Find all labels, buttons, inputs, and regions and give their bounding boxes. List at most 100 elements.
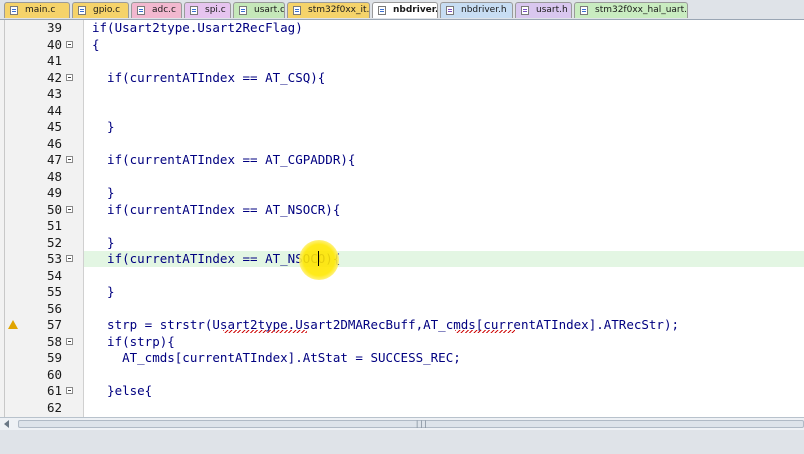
tab-label: usart.h (536, 5, 568, 15)
c-file-icon (378, 6, 386, 15)
tab-main-c[interactable]: main.c (4, 2, 70, 18)
line-number: 47 (46, 152, 62, 167)
c-file-icon (580, 6, 588, 15)
line-number: 48 (46, 168, 62, 184)
code-line: 43 (0, 86, 804, 102)
tab-adc-c[interactable]: adc.c (131, 2, 182, 18)
code-line: 56 (0, 301, 804, 317)
line-number: 42 (46, 69, 62, 85)
code-line: 41 (0, 53, 804, 69)
code-text[interactable]: if(currentATIndex == AT_CSQ){ (92, 70, 325, 86)
mouse-cursor-highlight (299, 240, 339, 280)
line-number: 57 (46, 317, 62, 332)
tab-usart-h[interactable]: usart.h (515, 2, 572, 18)
tab-label: gpio.c (93, 5, 121, 15)
code-text[interactable]: { (92, 37, 100, 53)
code-line: 52 } (0, 235, 804, 251)
c-file-icon (137, 6, 145, 15)
grip-icon: ||| (415, 420, 428, 428)
tab-nbdriver-c[interactable]: nbdriver.c (372, 2, 438, 18)
tab-label: stm32f0xx_hal_uart.c (595, 5, 688, 15)
tab-label: usart.c (254, 5, 285, 15)
code-text[interactable]: if(Usart2type.Usart2RecFlag) (92, 20, 303, 36)
tab-stm32f0xx-it-c[interactable]: stm32f0xx_it.c (287, 2, 370, 18)
line-number: 49 (46, 185, 62, 200)
spell-squiggle (455, 330, 515, 333)
code-line: 54 (0, 268, 804, 284)
fold-toggle-icon[interactable] (66, 387, 73, 394)
c-file-icon (10, 6, 18, 15)
code-line: 45 } (0, 119, 804, 135)
line-number: 55 (46, 284, 62, 299)
code-line: 42 if(currentATIndex == AT_CSQ){ (0, 70, 804, 86)
line-number: 45 (46, 119, 62, 134)
code-line: 39 if(Usart2type.Usart2RecFlag) (0, 20, 804, 36)
code-text[interactable]: strp = strstr(Usart2type.Usart2DMARecBuf… (92, 317, 679, 333)
code-text[interactable]: } (92, 284, 115, 300)
line-number: 50 (46, 201, 62, 217)
fold-toggle-icon[interactable] (66, 255, 73, 262)
line-number: 39 (46, 20, 62, 35)
line-number: 56 (46, 300, 62, 316)
line-number: 60 (46, 366, 62, 382)
c-file-icon (78, 6, 86, 15)
code-line: 60 (0, 367, 804, 383)
warning-icon[interactable] (8, 320, 18, 329)
line-number: 58 (46, 333, 62, 349)
code-line: 61 }else{ (0, 383, 804, 399)
code-line: 51 (0, 218, 804, 234)
code-text[interactable]: if(strp){ (92, 334, 175, 350)
fold-toggle-icon[interactable] (66, 73, 73, 81)
tab-spi-c[interactable]: spi.c (184, 2, 231, 18)
horizontal-scrollbar[interactable]: ||| (0, 417, 804, 430)
line-number: 41 (46, 53, 62, 68)
code-line: 57 strp = strstr(Usart2type.Usart2DMARec… (0, 317, 804, 333)
tab-label: spi.c (205, 5, 226, 15)
code-line: 55 } (0, 284, 804, 300)
text-caret (318, 251, 319, 266)
line-number: 51 (46, 218, 62, 233)
fold-toggle-icon[interactable] (66, 337, 73, 345)
line-number: 40 (46, 36, 62, 52)
spell-squiggle (223, 330, 307, 333)
fold-toggle-icon[interactable] (66, 205, 73, 213)
code-text[interactable]: if(currentATIndex == AT_NSOCR){ (92, 202, 340, 218)
scrollbar-thumb[interactable] (18, 420, 804, 428)
c-file-icon (239, 6, 247, 15)
line-number: 52 (46, 234, 62, 250)
h-file-icon (521, 6, 529, 15)
code-text[interactable]: } (92, 235, 115, 251)
line-number: 53 (46, 251, 62, 266)
code-line: 44 (0, 103, 804, 119)
code-line: 58 if(strp){ (0, 334, 804, 350)
code-text[interactable]: } (92, 185, 115, 201)
h-file-icon (446, 6, 454, 15)
code-text[interactable]: }else{ (92, 383, 152, 399)
scroll-left-icon[interactable] (4, 420, 9, 428)
code-line: 59 AT_cmds[currentATIndex].AtStat = SUCC… (0, 350, 804, 366)
line-number: 44 (46, 102, 62, 118)
tab-stm32f0xx-hal-uart-c[interactable]: stm32f0xx_hal_uart.c (574, 2, 688, 18)
tab-label: stm32f0xx_it.c (308, 5, 370, 15)
code-text[interactable]: if(currentATIndex == AT_CGPADDR){ (92, 152, 355, 168)
c-file-icon (293, 6, 301, 15)
line-number: 62 (46, 399, 62, 415)
fold-toggle-icon[interactable] (66, 40, 73, 48)
c-file-icon (190, 6, 198, 15)
code-text[interactable]: } (92, 119, 115, 135)
tab-nbdriver-h[interactable]: nbdriver.h (440, 2, 513, 18)
tab-usart-c[interactable]: usart.c (233, 2, 285, 18)
line-number: 61 (46, 383, 62, 398)
code-line: 40 { (0, 37, 804, 53)
tab-label: main.c (25, 5, 56, 15)
code-line: 53 if(currentATIndex == AT_NSOCO){ (0, 251, 804, 267)
line-number: 59 (46, 350, 62, 365)
fold-toggle-icon[interactable] (66, 156, 73, 163)
code-text[interactable]: AT_cmds[currentATIndex].AtStat = SUCCESS… (92, 350, 461, 366)
code-line: 47 if(currentATIndex == AT_CGPADDR){ (0, 152, 804, 168)
tab-label: nbdriver.c (393, 5, 437, 15)
line-number: 54 (46, 267, 62, 283)
tab-gpio-c[interactable]: gpio.c (72, 2, 129, 18)
tab-label: nbdriver.h (461, 5, 507, 15)
line-number: 46 (46, 135, 62, 151)
